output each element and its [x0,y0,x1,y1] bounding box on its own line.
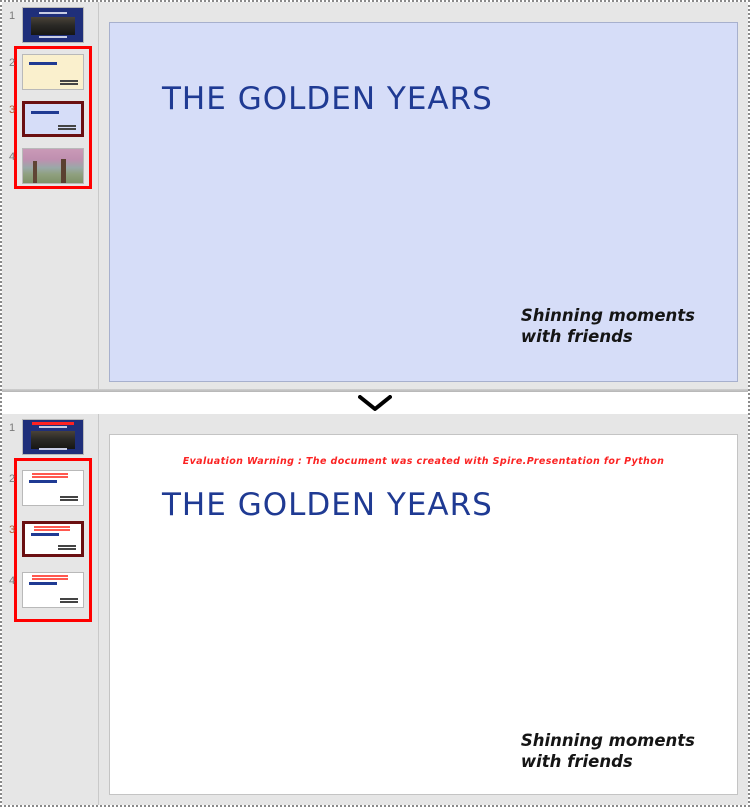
evaluation-warning-text: Evaluation Warning : The document was cr… [182,456,665,467]
thumb-title-text-icon [29,480,57,483]
before-thumbnail-item-1[interactable]: 1 [2,7,99,43]
thumb-subtitle-text-icon [58,125,76,130]
before-panel: 1 2 3 4 THE GOLDEN YEARS Shinning moment… [2,2,748,392]
thumb-footer-bar-icon [39,36,67,38]
thumb-title-text-icon [31,533,59,536]
before-thumbnail-item-2[interactable]: 2 [2,54,99,90]
thumb-subtitle-text-icon [60,598,78,603]
cherry-blossom-photo-icon [23,149,83,183]
white-slide-thumb-graphic [23,471,83,505]
thumb-photo-strip-icon [31,431,75,449]
after-thumbnail-number-3: 3 [8,524,16,536]
after-thumbnail-item-4[interactable]: 4 [2,572,99,608]
thumb-title-text-icon [31,111,59,114]
thumb-subtitle-text-icon [60,496,78,501]
after-slide-subtitle: Shinning moments with friends [520,731,695,771]
before-slide-canvas[interactable]: THE GOLDEN YEARS Shinning moments with f… [109,22,738,382]
before-thumbnail-number-3: 3 [8,104,16,116]
navy-slide-thumb-graphic [23,8,83,42]
before-slide-title: THE GOLDEN YEARS [162,81,493,117]
after-thumbnail-number-1: 1 [8,422,16,434]
after-thumbnail-item-1[interactable]: 1 [2,419,99,455]
thumb-eval-warning-icon [32,473,68,478]
after-thumbnail-preview-2[interactable] [22,470,84,506]
before-slide-stage: THE GOLDEN YEARS Shinning moments with f… [99,2,748,392]
thumb-eval-warning-icon [32,575,68,580]
before-thumbnail-preview-2[interactable] [22,54,84,90]
before-thumbnail-preview-1[interactable] [22,7,84,43]
after-thumbnail-preview-3[interactable] [22,521,84,557]
navy-slide-thumb-graphic [23,420,83,454]
after-thumbnail-preview-1[interactable] [22,419,84,455]
thumb-title-text-icon [29,582,57,585]
white-slide-thumb-graphic [23,573,83,607]
after-thumbnail-preview-4[interactable] [22,572,84,608]
before-thumbnail-item-3[interactable]: 3 [2,101,99,137]
after-panel: 1 2 3 4 Evaluation Warning: The documen… [2,414,748,805]
thumb-eval-warning-icon [32,422,74,425]
thumb-title-bar-icon [39,12,67,14]
comparison-separator [2,392,748,414]
after-slide-canvas[interactable]: Evaluation Warning : The document was cr… [109,434,738,795]
after-slide-stage: Evaluation Warning : The document was cr… [99,414,748,805]
after-thumbnail-item-2[interactable]: 2 [2,470,99,506]
before-thumbnail-number-1: 1 [8,10,16,22]
thumb-subtitle-text-icon [58,545,76,550]
thumb-eval-warning-icon [34,526,70,531]
white-slide-thumb-graphic [25,524,81,554]
before-thumbnail-preview-4[interactable] [22,148,84,184]
chevron-down-icon [358,395,392,411]
thumb-title-text-icon [29,62,57,65]
before-thumbnail-item-4[interactable]: 4 [2,148,99,184]
before-slide-subtitle: Shinning moments with friends [520,306,695,346]
thumb-footer-bar-icon [39,448,67,450]
thumb-subtitle-text-icon [60,80,78,85]
screenshot-root: 1 2 3 4 THE GOLDEN YEARS Shinning moment… [0,0,750,807]
blue-slide-thumb-graphic [25,104,81,134]
before-thumbnail-rail[interactable]: 1 2 3 4 [2,2,99,392]
after-thumbnail-rail[interactable]: 1 2 3 4 [2,414,99,805]
cream-slide-thumb-graphic [23,55,83,89]
before-thumbnail-number-4: 4 [8,151,16,163]
before-thumbnail-preview-3[interactable] [22,101,84,137]
thumb-title-bar-icon [39,426,67,428]
after-slide-title: THE GOLDEN YEARS [162,487,493,523]
thumb-photo-strip-icon [31,17,75,35]
before-thumbnail-number-2: 2 [8,57,16,69]
after-thumbnail-item-3[interactable]: 3 [2,521,99,557]
after-thumbnail-number-2: 2 [8,473,16,485]
after-thumbnail-number-4: 4 [8,575,16,587]
